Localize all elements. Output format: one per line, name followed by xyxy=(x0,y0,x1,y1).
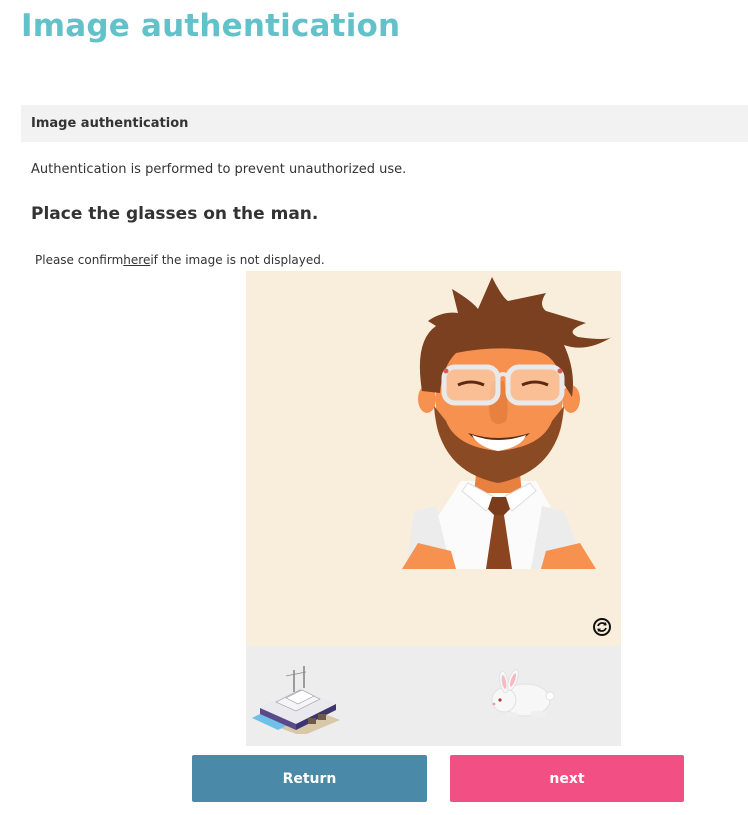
confirm-suffix: if the image is not displayed. xyxy=(150,253,325,267)
section-header: Image authentication xyxy=(21,105,748,142)
confirm-here-link[interactable]: here xyxy=(123,253,150,267)
confirm-prefix: Please confirm xyxy=(35,253,124,267)
description-text: Authentication is performed to prevent u… xyxy=(31,162,407,177)
rabbit-icon[interactable] xyxy=(482,666,558,730)
confirm-note: Please confirmhereif the image is not di… xyxy=(35,253,325,267)
man-illustration xyxy=(402,277,612,569)
next-button[interactable]: next xyxy=(450,755,684,802)
tie-knot xyxy=(488,497,510,515)
piece-tray xyxy=(246,646,621,746)
page-title: Image authentication xyxy=(21,8,401,44)
page: Image authentication Image authenticatio… xyxy=(0,0,748,815)
ship-icon[interactable] xyxy=(250,658,342,738)
instruction-text: Place the glasses on the man. xyxy=(31,204,319,224)
return-button[interactable]: Return xyxy=(192,755,427,802)
puzzle-stage[interactable] xyxy=(246,271,621,646)
refresh-icon[interactable] xyxy=(592,617,612,637)
